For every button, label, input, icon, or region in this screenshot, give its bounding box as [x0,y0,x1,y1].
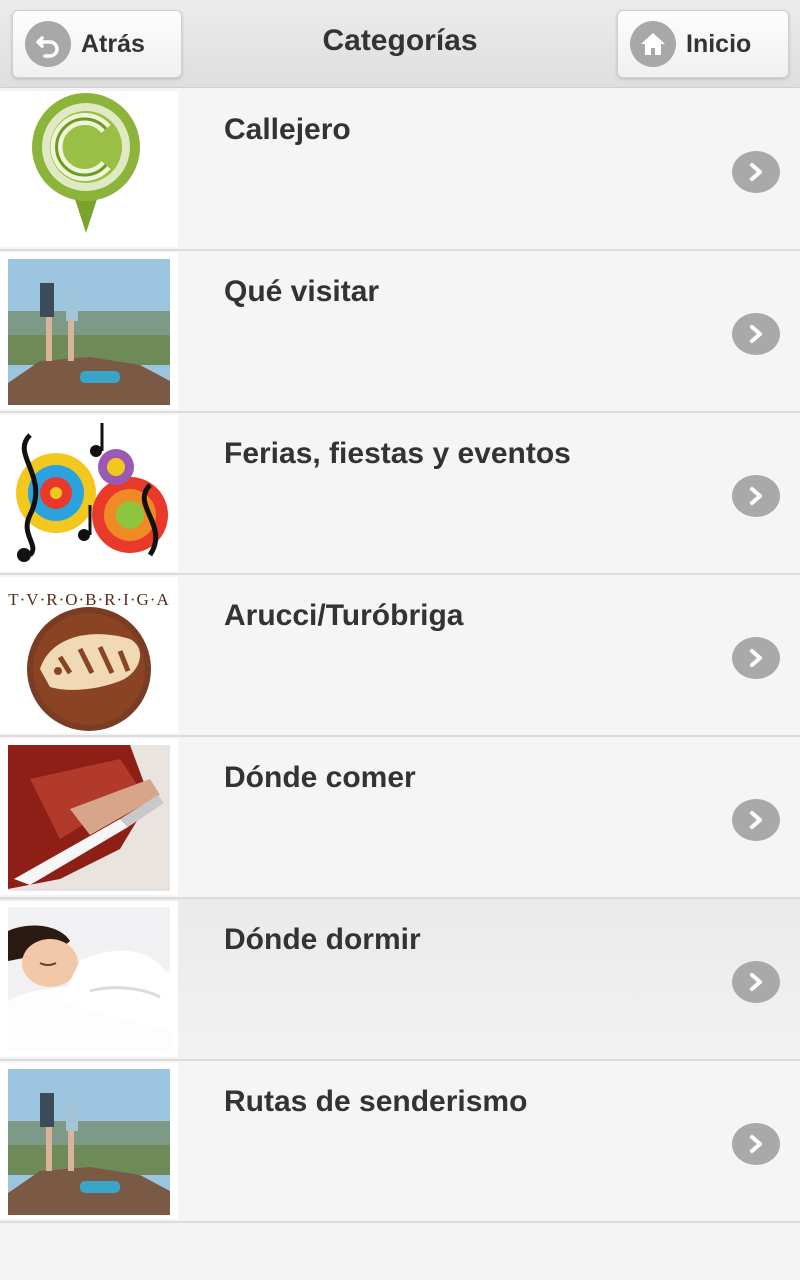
chevron-right-icon [732,637,780,679]
svg-text:T·V·R·O·B·R·I·G·A: T·V·R·O·B·R·I·G·A [8,590,169,609]
back-button[interactable]: Atrás [12,10,182,78]
list-item-arucci-turobriga[interactable]: T·V·R·O·B·R·I·G·A Arucci/Turóbriga [0,575,800,737]
home-icon [630,21,676,67]
list-item-label: Dónde comer [224,761,416,794]
donde-comer-thumbnail [0,739,178,895]
chevron-right-icon [732,961,780,1003]
list-item-label: Rutas de senderismo [224,1085,528,1118]
list-item-label: Ferias, fiestas y eventos [224,437,571,470]
back-arrow-icon [25,21,71,67]
que-visitar-thumbnail [0,253,178,409]
list-item-donde-comer[interactable]: Dónde comer [0,737,800,899]
chevron-right-icon [732,475,780,517]
turobriga-thumbnail: T·V·R·O·B·R·I·G·A [0,577,178,733]
rutas-thumbnail [0,1063,178,1219]
home-button[interactable]: Inicio [617,10,789,78]
list-item-label: Arucci/Turóbriga [224,599,464,632]
list-item-label: Dónde dormir [224,923,421,956]
ferias-thumbnail [0,415,178,571]
chevron-right-icon [732,313,780,355]
donde-dormir-thumbnail [0,901,178,1057]
category-list: Callejero Qué visitar Ferias, fiestas y … [0,89,800,1223]
chevron-right-icon [732,799,780,841]
list-item-donde-dormir[interactable]: Dónde dormir [0,899,800,1061]
chevron-right-icon [732,151,780,193]
list-item-label: Qué visitar [224,275,380,308]
callejero-thumbnail [0,91,178,247]
header-bar: Atrás Categorías Inicio [0,0,800,88]
list-item-label: Callejero [224,113,351,146]
chevron-right-icon [732,1123,780,1165]
home-button-label: Inicio [686,29,752,58]
page-title: Categorías [322,24,478,57]
list-item-ferias-fiestas-eventos[interactable]: Ferias, fiestas y eventos [0,413,800,575]
back-button-label: Atrás [81,29,145,58]
list-item-callejero[interactable]: Callejero [0,89,800,251]
list-item-que-visitar[interactable]: Qué visitar [0,251,800,413]
list-item-rutas-senderismo[interactable]: Rutas de senderismo [0,1061,800,1223]
